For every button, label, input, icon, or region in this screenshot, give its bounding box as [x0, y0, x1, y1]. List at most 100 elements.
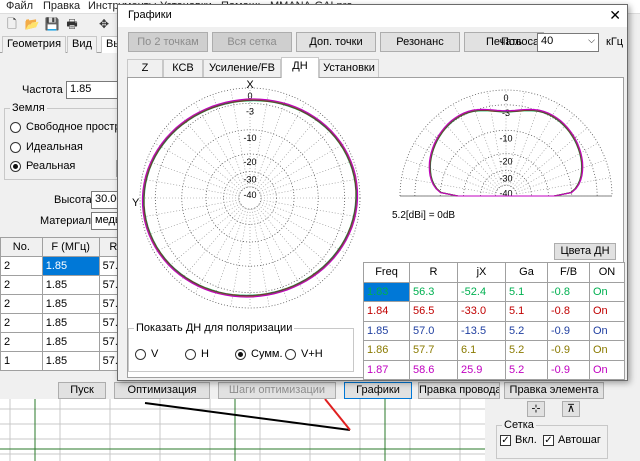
freq-cell-jx[interactable]: -52.4: [457, 281, 506, 302]
tab-swr[interactable]: КСВ: [163, 59, 203, 77]
freq-cell-jx[interactable]: -33.0: [457, 301, 506, 322]
freq-cell-jx[interactable]: 6.1: [457, 340, 506, 361]
antenna-wire[interactable]: [144, 402, 351, 431]
open-folder-icon[interactable]: 📂: [24, 16, 40, 32]
menu-edit[interactable]: Правка: [43, 0, 80, 12]
grid-on-checkbox[interactable]: ✓: [500, 435, 511, 446]
table-row[interactable]: 2 1.85 57.0: [0, 275, 129, 295]
pol-vh-radio[interactable]: [285, 349, 296, 360]
pol-v-radio[interactable]: [135, 349, 146, 360]
tab-geometry[interactable]: Геометрия: [2, 36, 67, 53]
freq-cell-freq[interactable]: 1.85: [363, 320, 410, 341]
move-icon[interactable]: ✥: [96, 16, 112, 32]
table-row[interactable]: 2 1.85 57.0: [0, 332, 129, 352]
full-grid-button[interactable]: Вся сетка: [212, 32, 292, 52]
freq-table-row[interactable]: 1.87 58.6 25.9 5.2 -0.9 On: [363, 359, 625, 380]
freq-cell-fb[interactable]: -0.9: [547, 320, 590, 341]
band-select[interactable]: 40 ⌵: [537, 33, 599, 52]
edit-wire-button[interactable]: Правка провода: [418, 382, 500, 399]
print-icon[interactable]: 🖶: [64, 16, 80, 32]
ground-perfect-radio[interactable]: [10, 142, 21, 153]
freq-cell-on[interactable]: On: [589, 281, 625, 302]
freq-cell-fb[interactable]: -0.9: [547, 340, 590, 361]
freq-cell-on[interactable]: On: [589, 301, 625, 322]
h-grid-spoke: [259, 203, 346, 254]
geometry-view[interactable]: [0, 399, 485, 461]
freq-cell-r[interactable]: 57.0: [409, 320, 458, 341]
cell-no[interactable]: 2: [0, 313, 43, 333]
cell-f[interactable]: 1.85: [41, 275, 100, 295]
table-row[interactable]: 2 1.85 57.0: [0, 294, 129, 314]
tab-gain-fb[interactable]: Усиление/FB: [203, 59, 281, 77]
optimize-steps-button[interactable]: Шаги оптимизации: [218, 382, 336, 399]
resonance-button[interactable]: Резонанс: [380, 32, 460, 52]
optimize-button[interactable]: Оптимизация: [114, 382, 210, 399]
freq-cell-on[interactable]: On: [589, 320, 625, 341]
new-file-icon[interactable]: 🗋: [4, 16, 20, 32]
cell-f[interactable]: 1.85: [41, 256, 100, 276]
tab-z[interactable]: Z: [127, 59, 163, 77]
freq-cell-freq[interactable]: 1.84: [363, 301, 410, 322]
freq-cell-r[interactable]: 56.5: [409, 301, 458, 322]
freq-cell-on[interactable]: On: [589, 359, 625, 380]
v-scale-label: 0: [503, 93, 508, 103]
tab-pattern[interactable]: ДН: [281, 57, 319, 78]
freq-cell-ga[interactable]: 5.2: [505, 359, 548, 380]
tab-settings[interactable]: Установки: [319, 59, 379, 77]
freq-cell-ga[interactable]: 5.2: [505, 320, 548, 341]
table-row[interactable]: 1 1.85 57.0: [0, 351, 129, 371]
edit-element-button[interactable]: Правка элемента: [504, 382, 604, 399]
freq-cell-r[interactable]: 57.7: [409, 340, 458, 361]
freq-cell-freq[interactable]: 1.83: [363, 281, 410, 302]
pattern-colors-button[interactable]: Цвета ДН: [554, 243, 616, 260]
freq-cell-ga[interactable]: 5.2: [505, 340, 548, 361]
freq-cell-ga[interactable]: 5.1: [505, 281, 548, 302]
ground-free-radio[interactable]: [10, 122, 21, 133]
cell-no[interactable]: 2: [0, 275, 43, 295]
col-fb-header: F/B: [547, 262, 590, 283]
two-points-button[interactable]: По 2 точкам: [128, 32, 208, 52]
table-row[interactable]: 2 1.85 57.0: [0, 313, 129, 333]
graphs-button[interactable]: Графики: [344, 382, 412, 399]
freq-cell-fb[interactable]: -0.8: [547, 281, 590, 302]
antenna-feed-wire[interactable]: [324, 399, 351, 431]
cell-f[interactable]: 1.85: [41, 313, 100, 333]
cell-no[interactable]: 1: [0, 351, 43, 371]
cell-f[interactable]: 1.85: [41, 332, 100, 352]
cell-no[interactable]: 2: [0, 294, 43, 314]
close-icon[interactable]: ✕: [609, 7, 621, 24]
extra-points-button[interactable]: Доп. точки: [296, 32, 376, 52]
menu-file[interactable]: Файл: [6, 0, 33, 12]
freq-table-row[interactable]: 1.83 56.3 -52.4 5.1 -0.8 On: [363, 281, 625, 302]
freq-table-row[interactable]: 1.84 56.5 -33.0 5.1 -0.8 On: [363, 301, 625, 322]
freq-cell-r[interactable]: 58.6: [409, 359, 458, 380]
ground-real-radio[interactable]: [10, 161, 21, 172]
grid-autostep-checkbox[interactable]: ✓: [543, 435, 554, 446]
freq-cell-fb[interactable]: -0.9: [547, 359, 590, 380]
freq-table-row[interactable]: 1.85 57.0 -13.5 5.2 -0.9 On: [363, 320, 625, 341]
freq-table-row[interactable]: 1.86 57.7 6.1 5.2 -0.9 On: [363, 340, 625, 361]
freq-cell-ga[interactable]: 5.1: [505, 301, 548, 322]
cell-f[interactable]: 1.85: [41, 351, 100, 371]
zoom-in-icon[interactable]: ⊹: [527, 401, 545, 417]
tab-view[interactable]: Вид: [67, 36, 97, 53]
h-grid-spoke: [260, 199, 359, 218]
cell-no[interactable]: 2: [0, 332, 43, 352]
cell-no[interactable]: 2: [0, 256, 43, 276]
freq-cell-jx[interactable]: -13.5: [457, 320, 506, 341]
save-icon[interactable]: 💾: [44, 16, 60, 32]
freq-cell-freq[interactable]: 1.87: [363, 359, 410, 380]
cell-f[interactable]: 1.85: [41, 294, 100, 314]
freq-cell-r[interactable]: 56.3: [409, 281, 458, 302]
zoom-out-icon[interactable]: ⊼: [562, 401, 580, 417]
freq-cell-on[interactable]: On: [589, 340, 625, 361]
run-button[interactable]: Пуск: [58, 382, 106, 399]
toolbar: 🗋 📂 💾 🖶 ✥ ⟳: [0, 14, 128, 34]
freq-cell-fb[interactable]: -0.8: [547, 301, 590, 322]
table-row[interactable]: 2 1.85 57.0: [0, 256, 129, 276]
freq-cell-jx[interactable]: 25.9: [457, 359, 506, 380]
freq-cell-freq[interactable]: 1.86: [363, 340, 410, 361]
graphs-window: Графики ✕ По 2 точкам Вся сетка Доп. точ…: [117, 4, 628, 381]
pol-h-radio[interactable]: [185, 349, 196, 360]
pol-sum-radio[interactable]: [235, 349, 246, 360]
